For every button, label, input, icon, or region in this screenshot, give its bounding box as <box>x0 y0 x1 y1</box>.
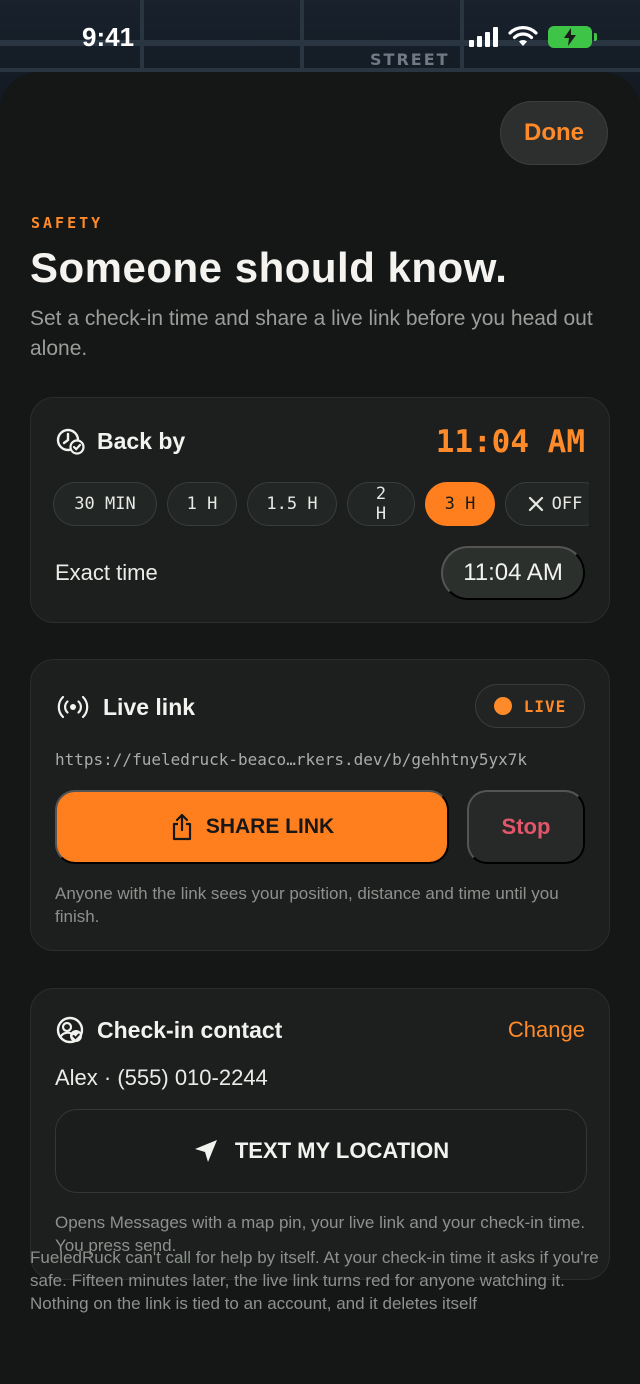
location-arrow-icon <box>194 1140 217 1162</box>
cellular-signal-icon <box>469 27 498 47</box>
section-eyebrow: SAFETY <box>31 214 104 232</box>
check-in-contact-card: Check-in contact Change Alex · (555) 010… <box>30 988 610 1280</box>
status-time: 9:41 <box>82 22 135 52</box>
contact-label: Check-in contact <box>97 1016 283 1043</box>
live-link-note: Anyone with the link sees your position,… <box>55 884 559 926</box>
safety-sheet: Done SAFETY Someone should know. Set a c… <box>0 72 640 1384</box>
battery-charging-icon <box>548 26 597 48</box>
back-by-card: Back by 11:04 AM 30 MIN 1 H 1.5 H 2 H 3 … <box>30 397 610 623</box>
back-by-header: Back by <box>55 426 185 456</box>
live-link-label: Live link <box>103 693 196 720</box>
page-subtitle: Set a check-in time and share a live lin… <box>30 307 593 360</box>
exact-time-picker[interactable]: 11:04 AM <box>441 546 585 600</box>
back-by-time: 11:04 AM <box>435 424 585 460</box>
contact-avatar-icon <box>56 1016 84 1044</box>
share-link-button[interactable]: SHARE LINK <box>55 790 449 864</box>
chip-1-5-h[interactable]: 1.5 H <box>247 482 337 526</box>
page-title: Someone should know. <box>30 244 508 291</box>
change-contact-link[interactable]: Change <box>508 1017 585 1043</box>
contact-name: Alex · (555) 010-2244 <box>55 1065 268 1090</box>
chip-off[interactable]: OFF <box>505 482 589 526</box>
status-bar: 9:41 <box>0 0 640 74</box>
chip-2-h[interactable]: 2 H <box>347 482 415 526</box>
stop-sharing-button[interactable]: Stop <box>467 790 585 864</box>
contact-header: Check-in contact <box>55 1015 282 1045</box>
duration-chip-row: 30 MIN 1 H 1.5 H 2 H 3 H OFF <box>53 482 589 528</box>
text-my-location-label: TEXT MY LOCATION <box>234 1138 450 1163</box>
clock-check-icon <box>56 428 85 455</box>
chip-3-h[interactable]: 3 H <box>425 482 495 526</box>
back-by-label: Back by <box>97 427 186 454</box>
chip-off-label: OFF <box>551 494 583 514</box>
live-link-card: Live link LIVE https://fueledruck-beaco…… <box>30 659 610 951</box>
share-icon <box>172 813 191 841</box>
share-link-label: SHARE LINK <box>205 815 335 838</box>
live-link-url: https://fueledruck-beaco…rkers.dev/b/geh… <box>55 750 528 769</box>
live-dot-icon <box>493 697 512 715</box>
status-icons <box>469 26 597 48</box>
done-button[interactable]: Done <box>500 101 608 165</box>
exact-time-label: Exact time <box>55 560 158 585</box>
live-status-text: LIVE <box>523 696 567 716</box>
chip-1-h[interactable]: 1 H <box>167 482 237 526</box>
wifi-icon <box>508 26 538 46</box>
chip-30-min[interactable]: 30 MIN <box>53 482 157 526</box>
live-status-badge: LIVE <box>475 684 585 728</box>
broadcast-icon <box>57 695 89 719</box>
live-link-header: Live link <box>55 692 195 722</box>
footer-disclaimer: FueledRuck can't call for help by itself… <box>30 1248 599 1313</box>
close-icon <box>528 496 543 512</box>
text-my-location-button[interactable]: TEXT MY LOCATION <box>55 1109 587 1193</box>
